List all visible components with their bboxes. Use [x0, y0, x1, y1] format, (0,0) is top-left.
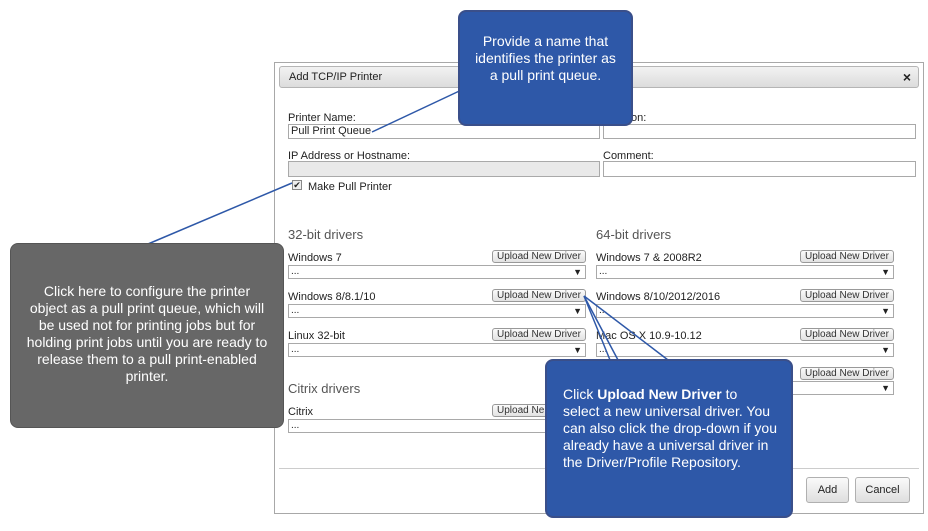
section-citrix-title: Citrix drivers [288, 381, 361, 396]
callout-upload-driver-text: Click Upload New Driver to select a new … [563, 386, 777, 470]
driver-select-win7-32[interactable]: ... ▼ [288, 265, 586, 279]
comment-input[interactable] [603, 161, 916, 177]
dialog-title: Add TCP/IP Printer [289, 71, 383, 83]
cancel-button[interactable]: Cancel [855, 477, 910, 503]
driver-select-win8-32[interactable]: ... ▼ [288, 304, 586, 318]
make-pull-printer-label: Make Pull Printer [308, 181, 392, 193]
chevron-down-icon: ▼ [881, 306, 890, 316]
make-pull-printer-checkbox[interactable]: ✔ [292, 180, 302, 190]
driver-label-win8-2016: Windows 8/10/2012/2016 [596, 291, 721, 303]
location-label: on: [631, 112, 647, 124]
driver-select-win7-64[interactable]: ... ▼ [596, 265, 894, 279]
callout-printer-name-text: Provide a name that identifies the print… [475, 33, 616, 83]
chevron-down-icon: ▼ [573, 267, 582, 277]
upload-driver-button[interactable]: Upload New Driver [492, 250, 586, 263]
driver-label-macos: Mac OS X 10.9-10.12 [596, 330, 702, 342]
upload-driver-button[interactable]: Upload New Driver [492, 289, 586, 302]
driver-select-citrix[interactable]: ... [288, 419, 558, 433]
upload-driver-button[interactable]: Upload Ne [492, 404, 550, 417]
location-input[interactable] [603, 124, 916, 139]
callout-printer-name: Provide a name that identifies the print… [458, 10, 633, 126]
callout-make-pull-printer: Click here to configure the printer obje… [10, 243, 284, 428]
driver-label-win7: Windows 7 [288, 252, 342, 264]
chevron-down-icon: ▼ [881, 345, 890, 355]
upload-driver-button[interactable]: Upload New Driver [800, 289, 894, 302]
chevron-down-icon: ▼ [573, 306, 582, 316]
driver-select-win8-64[interactable]: ... ▼ [596, 304, 894, 318]
driver-label-linux: Linux 32-bit [288, 330, 345, 342]
upload-driver-button[interactable]: Upload New Driver [800, 250, 894, 263]
driver-label-win8: Windows 8/8.1/10 [288, 291, 376, 303]
chevron-down-icon: ▼ [881, 383, 890, 393]
printer-name-input[interactable]: Pull Print Queue [288, 124, 600, 139]
driver-select-linux-32[interactable]: ... ▼ [288, 343, 586, 357]
chevron-down-icon: ▼ [881, 267, 890, 277]
callout-make-pull-printer-text: Click here to configure the printer obje… [26, 283, 268, 384]
driver-select-macos[interactable]: ... ▼ [596, 343, 894, 357]
close-icon[interactable]: × [903, 69, 911, 85]
ip-address-input[interactable] [288, 161, 600, 177]
chevron-down-icon: ▼ [573, 345, 582, 355]
driver-label-citrix: Citrix [288, 406, 314, 418]
upload-driver-button[interactable]: Upload New Driver [492, 328, 586, 341]
driver-label-win7-2008: Windows 7 & 2008R2 [596, 252, 702, 264]
printer-name-label: Printer Name: [288, 112, 356, 124]
add-button[interactable]: Add [806, 477, 849, 503]
upload-driver-button[interactable]: Upload New Driver [800, 367, 894, 380]
section-64bit-title: 64-bit drivers [596, 227, 672, 242]
section-32bit-title: 32-bit drivers [288, 227, 364, 242]
upload-driver-button[interactable]: Upload New Driver [800, 328, 894, 341]
callout-upload-driver: Click Upload New Driver to select a new … [545, 359, 793, 518]
